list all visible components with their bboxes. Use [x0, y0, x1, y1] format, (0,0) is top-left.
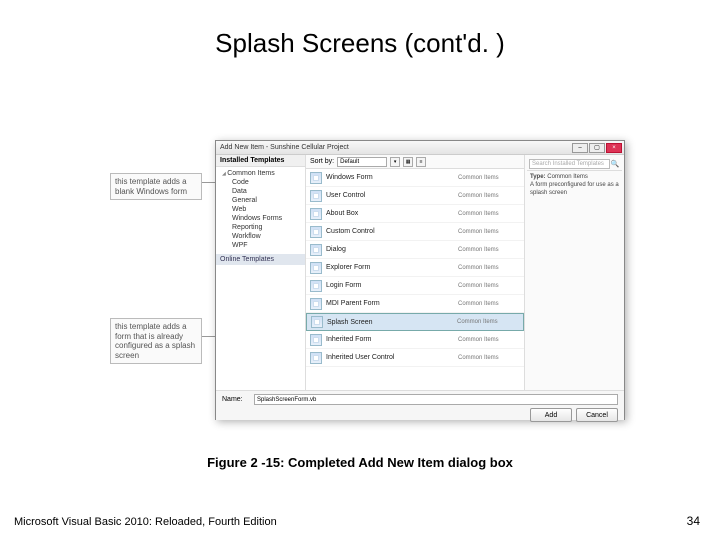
- view-grid-button[interactable]: ▦: [403, 157, 413, 167]
- search-icon[interactable]: 🔍: [610, 160, 620, 168]
- page-number: 34: [687, 514, 700, 528]
- tree-node[interactable]: Reporting: [222, 223, 305, 232]
- sort-label: Sort by:: [310, 158, 334, 165]
- tree-node[interactable]: WPF: [222, 241, 305, 250]
- tree-node[interactable]: Code: [222, 178, 305, 187]
- close-button[interactable]: ×: [606, 143, 622, 153]
- view-list-button[interactable]: ≡: [416, 157, 426, 167]
- tree-node[interactable]: Data: [222, 187, 305, 196]
- template-row[interactable]: Explorer FormCommon Items: [306, 259, 524, 277]
- minimize-button[interactable]: –: [572, 143, 588, 153]
- info-panel: Search Installed Templates 🔍 Type: Commo…: [524, 155, 624, 390]
- form-icon: [310, 244, 322, 256]
- form-icon: [310, 172, 322, 184]
- templates-tree-panel: Installed Templates Common Items Code Da…: [216, 155, 306, 390]
- add-button[interactable]: Add: [530, 408, 572, 422]
- sort-select[interactable]: Default: [337, 157, 387, 167]
- name-input[interactable]: SplashScreenForm.vb: [254, 394, 618, 405]
- sort-row: Sort by: Default ▾ ▦ ≡: [306, 155, 524, 169]
- form-icon: [310, 334, 322, 346]
- search-input[interactable]: Search Installed Templates: [529, 159, 610, 169]
- template-row[interactable]: About BoxCommon Items: [306, 205, 524, 223]
- info-description: A form preconfigured for use as a splash…: [530, 182, 619, 196]
- form-icon: [310, 226, 322, 238]
- dialog-title: Add New Item - Sunshine Cellular Project: [218, 144, 571, 151]
- figure-area: this template adds a blank Windows form …: [110, 140, 630, 440]
- template-list[interactable]: Windows FormCommon Items User ControlCom…: [306, 169, 524, 390]
- template-row[interactable]: DialogCommon Items: [306, 241, 524, 259]
- installed-templates-head: Installed Templates: [216, 155, 305, 167]
- tree-node[interactable]: Web: [222, 205, 305, 214]
- tree-node[interactable]: Workflow: [222, 232, 305, 241]
- sort-asc-button[interactable]: ▾: [390, 157, 400, 167]
- template-row-selected[interactable]: Splash ScreenCommon Items: [306, 313, 524, 331]
- footer-text: Microsoft Visual Basic 2010: Reloaded, F…: [14, 516, 277, 528]
- dialog-bottom: Name: SplashScreenForm.vb Add Cancel: [216, 390, 624, 420]
- info-type-label: Type:: [530, 174, 546, 180]
- callout-top: this template adds a blank Windows form: [110, 173, 202, 200]
- template-row[interactable]: Login FormCommon Items: [306, 277, 524, 295]
- callout-bottom: this template adds a form that is alread…: [110, 318, 202, 364]
- dialog-titlebar[interactable]: Add New Item - Sunshine Cellular Project…: [216, 141, 624, 155]
- template-row[interactable]: Inherited User ControlCommon Items: [306, 349, 524, 367]
- tree-node[interactable]: General: [222, 196, 305, 205]
- tree-node-common[interactable]: Common Items: [222, 169, 305, 178]
- form-icon: [311, 316, 323, 328]
- form-icon: [310, 352, 322, 364]
- slide-title: Splash Screens (cont'd. ): [0, 0, 720, 59]
- tree-node[interactable]: Windows Forms: [222, 214, 305, 223]
- cancel-button[interactable]: Cancel: [576, 408, 618, 422]
- form-icon: [310, 280, 322, 292]
- template-row[interactable]: Custom ControlCommon Items: [306, 223, 524, 241]
- form-icon: [310, 208, 322, 220]
- template-row[interactable]: MDI Parent FormCommon Items: [306, 295, 524, 313]
- form-icon: [310, 190, 322, 202]
- figure-caption: Figure 2 -15: Completed Add New Item dia…: [0, 455, 720, 470]
- template-row[interactable]: User ControlCommon Items: [306, 187, 524, 205]
- form-icon: [310, 262, 322, 274]
- form-icon: [310, 298, 322, 310]
- name-label: Name:: [222, 396, 250, 403]
- template-row[interactable]: Inherited FormCommon Items: [306, 331, 524, 349]
- add-new-item-dialog: Add New Item - Sunshine Cellular Project…: [215, 140, 625, 420]
- template-row[interactable]: Windows FormCommon Items: [306, 169, 524, 187]
- online-templates-head[interactable]: Online Templates: [216, 254, 305, 265]
- maximize-button[interactable]: ▢: [589, 143, 605, 153]
- template-list-panel: Sort by: Default ▾ ▦ ≡ Windows FormCommo…: [306, 155, 524, 390]
- info-type-value: Common Items: [547, 174, 588, 180]
